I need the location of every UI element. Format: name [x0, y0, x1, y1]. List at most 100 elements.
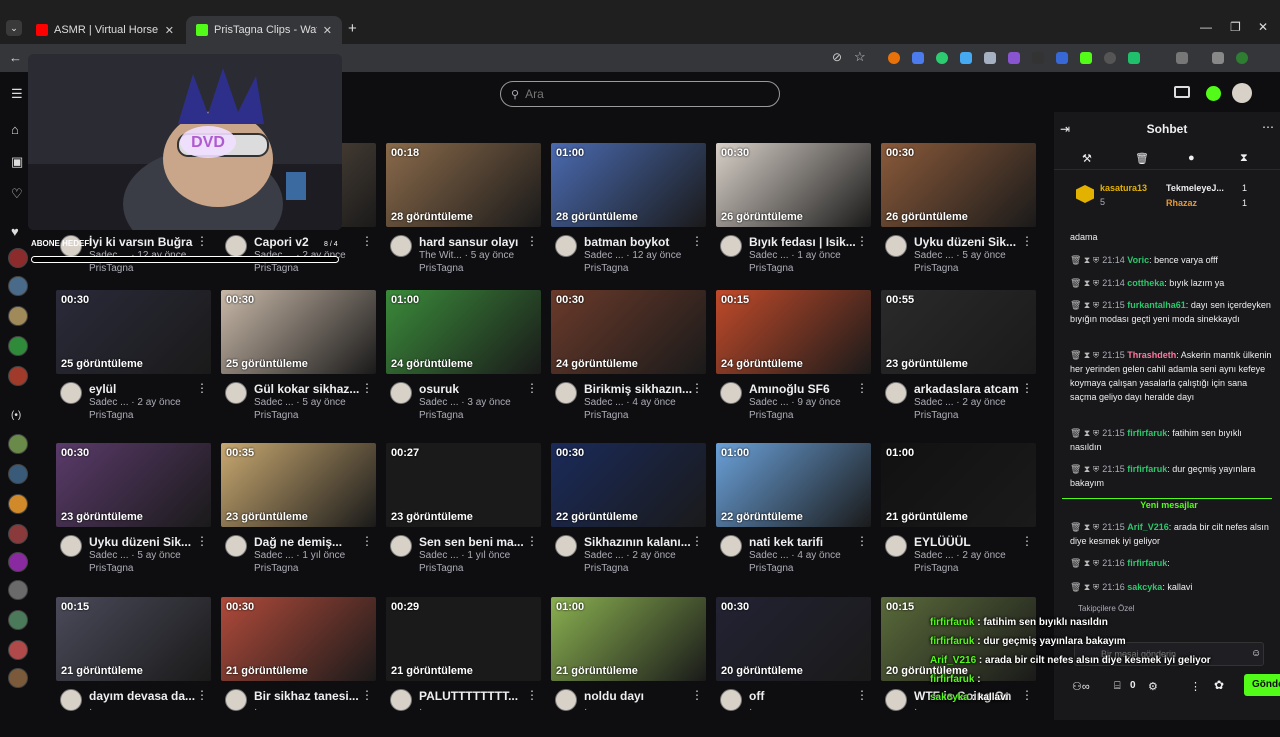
more-options-icon[interactable]: ⋮ — [1021, 381, 1033, 395]
bookmark-star-icon[interactable]: ☆ — [854, 49, 866, 65]
channel-avatar[interactable] — [390, 689, 412, 711]
emote-icon[interactable]: ✿ — [1214, 678, 1224, 692]
channel-avatar[interactable] — [8, 306, 28, 326]
clip-title[interactable]: Bir sikhaz tanesi... — [254, 689, 364, 703]
close-window-icon[interactable]: ✕ — [1258, 20, 1268, 34]
clip-thumbnail[interactable]: 00:15 24 görüntüleme — [716, 290, 871, 374]
message-username[interactable]: firfirfaruk — [1127, 428, 1167, 438]
theater-icon[interactable] — [1174, 86, 1190, 98]
clip-title[interactable]: batman boykot — [584, 235, 694, 249]
message-username[interactable]: furkantalha61 — [1127, 300, 1186, 310]
channel-avatar[interactable] — [225, 382, 247, 404]
mod-actions-icon[interactable]: 🗑 ⧗ ⛨ — [1070, 350, 1099, 360]
channel-avatar[interactable] — [60, 535, 82, 557]
mod-actions-icon[interactable]: 🗑 ⧗ ⛨ — [1070, 278, 1099, 288]
more-options-icon[interactable]: ⋮ — [856, 234, 868, 248]
clip-card[interactable]: 00:30 20 görüntüleme off · ⋮ — [716, 597, 871, 737]
clip-thumbnail[interactable]: 00:55 23 görüntüleme — [881, 290, 1036, 374]
clip-channel[interactable]: PrisTagna — [914, 563, 958, 574]
clip-card[interactable]: 01:00 21 görüntüleme noldu dayı · ⋮ — [551, 597, 706, 737]
clip-channel[interactable]: PrisTagna — [749, 263, 793, 274]
channel-avatar[interactable] — [390, 235, 412, 257]
channel-avatar[interactable] — [390, 382, 412, 404]
mod-actions-icon[interactable]: 🗑 ⧗ ⛨ — [1070, 582, 1099, 592]
extension-icon[interactable] — [888, 52, 900, 64]
close-tab-icon[interactable]: ✕ — [165, 24, 174, 37]
channel-avatar[interactable] — [225, 689, 247, 711]
clip-thumbnail[interactable]: 00:35 23 görüntüleme — [221, 443, 376, 527]
clip-card[interactable]: 00:18 28 görüntüleme hard sansur olayı The … — [386, 143, 541, 283]
clip-author[interactable]: Sadec ... — [749, 397, 788, 408]
clip-title[interactable]: osuruk — [419, 382, 529, 396]
clip-channel[interactable]: PrisTagna — [254, 410, 298, 421]
more-options-icon[interactable]: ⋮ — [691, 381, 703, 395]
clip-card[interactable]: 00:30 25 görüntüleme eylül Sadec ... · 2 ay… — [56, 290, 211, 430]
more-options-icon[interactable]: ⋮ — [196, 688, 208, 702]
clip-author[interactable]: Sadec ... — [584, 250, 623, 261]
mod-actions-icon[interactable]: 🗑 ⧗ ⛨ — [1070, 428, 1099, 438]
clip-channel[interactable]: PrisTagna — [749, 563, 793, 574]
clip-card[interactable]: 00:30 25 görüntüleme Gül kokar sikhaz... Sa… — [221, 290, 376, 430]
clip-title[interactable]: EYLÜÜÜL — [914, 535, 1024, 549]
clip-title[interactable]: Sen sen beni ma... — [419, 535, 529, 549]
clip-author[interactable]: Sadec ... — [749, 250, 788, 261]
trash-icon[interactable]: 🗑 — [1135, 152, 1149, 165]
more-options-icon[interactable]: ⋮ — [1021, 688, 1033, 702]
clip-thumbnail[interactable]: 00:18 28 görüntüleme — [386, 143, 541, 227]
clip-channel[interactable]: PrisTagna — [419, 263, 463, 274]
more-options-icon[interactable]: ⋮ — [361, 688, 373, 702]
clip-channel[interactable]: PrisTagna — [89, 263, 133, 274]
gift-icon[interactable]: ⌸ — [1114, 680, 1121, 693]
clip-title[interactable]: dayım devasa da... — [89, 689, 199, 703]
clip-title[interactable]: Uyku düzeni Sik... — [914, 235, 1024, 249]
browse-icon[interactable]: ▣ — [11, 154, 23, 170]
channel-points-icon[interactable]: ⚇∞ — [1072, 680, 1090, 693]
clip-channel[interactable]: PrisTagna — [749, 410, 793, 421]
clip-card[interactable]: 00:30 26 görüntüleme Bıyık fedası | Isik..… — [716, 143, 871, 283]
clip-card[interactable]: 00:55 23 görüntüleme arkadaslara atcam Sade… — [881, 290, 1036, 430]
message-username[interactable]: Arif_V216 — [1127, 522, 1169, 532]
extensions-puzzle-icon[interactable] — [1176, 52, 1188, 64]
channel-avatar[interactable] — [8, 336, 28, 356]
live-broadcast-icon[interactable]: (•) — [11, 410, 21, 421]
channel-avatar[interactable] — [885, 382, 907, 404]
channel-avatar[interactable] — [60, 689, 82, 711]
channel-avatar[interactable] — [8, 668, 28, 688]
chat-settings-icon[interactable]: ⋯ — [1262, 120, 1274, 134]
clip-title[interactable]: off — [749, 689, 859, 703]
extension-icon[interactable] — [960, 52, 972, 64]
clip-card[interactable]: 01:00 24 görüntüleme osuruk Sadec ... · 3 a… — [386, 290, 541, 430]
channel-avatar[interactable] — [555, 382, 577, 404]
clip-author[interactable]: Sadec ... — [89, 397, 128, 408]
clip-thumbnail[interactable]: 01:00 24 görüntüleme — [386, 290, 541, 374]
clip-card[interactable]: 00:30 22 görüntüleme Sikhazının kalanı... S… — [551, 443, 706, 583]
clip-author[interactable]: Sadec ... — [254, 550, 293, 561]
channel-avatar[interactable] — [555, 689, 577, 711]
extension-icon[interactable] — [1104, 52, 1116, 64]
channel-avatar[interactable] — [885, 689, 907, 711]
tab-list-chevron-icon[interactable]: ⌄ — [6, 20, 22, 36]
more-options-icon[interactable]: ⋮ — [1021, 534, 1033, 548]
message-username[interactable]: cottheka — [1127, 278, 1164, 288]
channel-avatar[interactable] — [8, 524, 28, 544]
hourglass-icon[interactable]: ⧗ — [1240, 152, 1248, 165]
clip-author[interactable]: Sadec ... — [419, 550, 458, 561]
clip-title[interactable]: Gül kokar sikhaz... — [254, 382, 364, 396]
kick-logo-icon[interactable] — [1206, 86, 1221, 101]
tab-kick[interactable]: PrisTagna Clips - Watch Live on ✕ — [186, 16, 342, 44]
channel-avatar[interactable] — [8, 464, 28, 484]
clip-channel[interactable]: PrisTagna — [914, 263, 958, 274]
channel-avatar[interactable] — [8, 248, 28, 268]
mod-actions-icon[interactable]: 🗑 ⧗ ⛨ — [1070, 558, 1099, 568]
extension-icon[interactable] — [1008, 52, 1020, 64]
new-tab-button[interactable]: + — [348, 20, 357, 37]
clip-channel[interactable]: PrisTagna — [914, 410, 958, 421]
extension-icon[interactable] — [984, 52, 996, 64]
clip-author[interactable]: Sadec ... — [254, 397, 293, 408]
more-options-icon[interactable]: ⋮ — [526, 381, 538, 395]
user-avatar[interactable] — [1232, 83, 1252, 103]
channel-avatar[interactable] — [8, 494, 28, 514]
send-button[interactable]: Gönder — [1244, 674, 1280, 696]
message-username[interactable]: Thrashdeth — [1127, 350, 1176, 360]
mod-actions-icon[interactable]: 🗑 ⧗ ⛨ — [1070, 255, 1099, 265]
